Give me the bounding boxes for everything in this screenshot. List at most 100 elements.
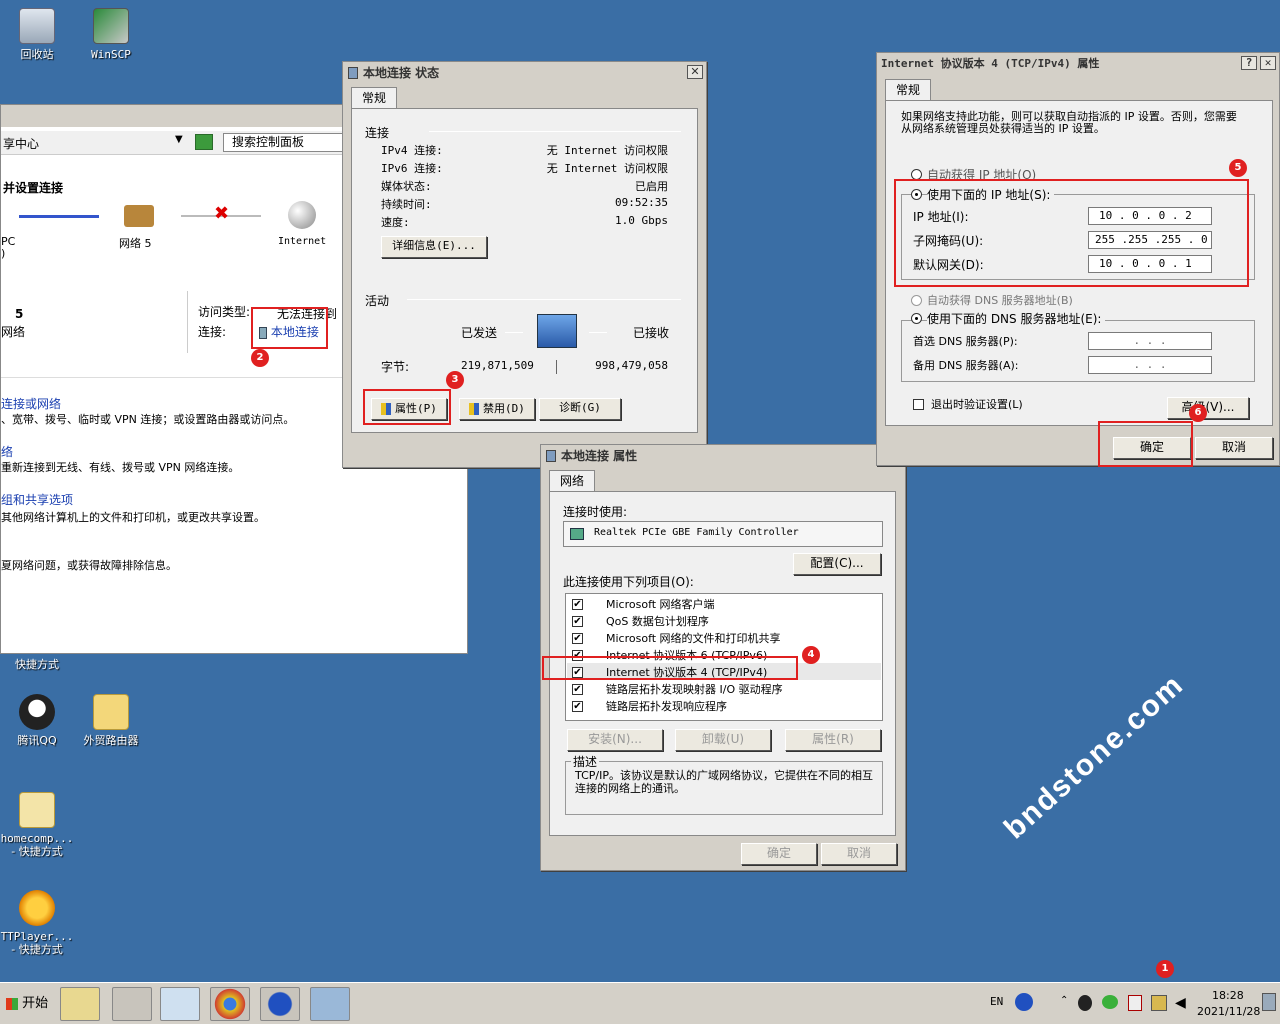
shield-icon — [469, 402, 480, 415]
list-item[interactable]: QoS 数据包计划程序 — [606, 613, 709, 629]
qq-icon[interactable]: 腾讯QQ — [0, 694, 77, 747]
task-share-title[interactable]: 组和共享选项 — [1, 491, 73, 508]
disable-button[interactable]: 禁用(D) — [459, 398, 535, 420]
show-desktop-icon[interactable] — [1262, 993, 1276, 1011]
refresh-icon[interactable] — [195, 134, 213, 150]
manual-dns-radio[interactable] — [911, 313, 922, 324]
list-item[interactable]: Microsoft 网络客户端 — [606, 596, 715, 612]
item-checkbox[interactable]: ✔ — [572, 599, 583, 610]
activity-group-label: 活动 — [365, 294, 390, 308]
network-label: 网络 5 — [119, 237, 152, 250]
task-connect-desc: 重新连接到无线、有线、拨号或 VPN 网络连接。 — [1, 461, 240, 474]
items-label: 此连接使用下列项目(O): — [563, 575, 694, 589]
cancel-button[interactable]: 取消 — [1195, 437, 1273, 459]
net-number: 5 — [15, 307, 24, 321]
task-setup-desc: 、宽带、拨号、临时或 VPN 连接；或设置路由器或访问点。 — [1, 413, 295, 426]
highlight-ipv4-item — [542, 656, 798, 680]
auto-dns-radio[interactable] — [911, 295, 922, 306]
volume-icon[interactable]: ◀ — [1175, 995, 1186, 1011]
breadcrumb[interactable]: 享中心 — [3, 135, 39, 152]
list-item[interactable]: 链路层拓扑发现映射器 I/O 驱动程序 — [606, 681, 783, 697]
task-connect-title[interactable]: 络 — [1, 443, 13, 460]
tray-expand-icon[interactable]: ⌃ — [1060, 995, 1068, 1006]
item-checkbox[interactable]: ✔ — [572, 633, 583, 644]
task-setup-title[interactable]: 连接或网络 — [1, 395, 61, 412]
wechat-tray-icon[interactable] — [1102, 995, 1118, 1009]
winscp-icon[interactable]: WinSCP — [71, 8, 151, 61]
description-label: 描述 — [571, 753, 600, 770]
ttplayer-icon[interactable]: TTPlayer... - 快捷方式 — [0, 890, 77, 956]
configure-button[interactable]: 配置(C)... — [793, 553, 881, 575]
close-icon[interactable]: ✕ — [1260, 56, 1276, 70]
network-tray-icon[interactable] — [1151, 995, 1167, 1011]
diagnose-button[interactable]: 诊断(G) — [539, 398, 621, 420]
language-indicator[interactable]: EN — [990, 995, 1003, 1008]
start-label: 开始 — [22, 996, 49, 1011]
badge-4: 4 — [802, 646, 820, 664]
adapter-icon — [570, 528, 584, 540]
list-item[interactable]: 链路层拓扑发现响应程序 — [606, 698, 727, 714]
network-settings-taskbar-icon[interactable] — [112, 987, 152, 1021]
disconnected-icon: ✖ — [214, 203, 230, 224]
properties-dialog-titlebar[interactable]: 本地连接 属性 — [541, 445, 905, 467]
pc-sub: ) — [1, 247, 6, 260]
badge-3: 3 — [446, 371, 464, 389]
notepad-taskbar-icon[interactable] — [160, 987, 200, 1021]
highlight-properties-button — [363, 389, 451, 425]
details-button[interactable]: 详细信息(E)... — [381, 236, 487, 258]
preferred-dns-label: 首选 DNS 服务器(P): — [913, 335, 1018, 348]
flag-tray-icon[interactable] — [1128, 995, 1142, 1011]
explorer-taskbar-icon[interactable] — [60, 987, 100, 1021]
ipv6-value: 无 Internet 访问权限 — [546, 162, 668, 175]
control-panel-taskbar-icon[interactable] — [310, 987, 350, 1021]
validate-checkbox[interactable] — [913, 399, 924, 410]
uninstall-button[interactable]: 卸载(U) — [675, 729, 771, 751]
clock-time[interactable]: 18:28 — [1212, 989, 1244, 1002]
item-checkbox[interactable]: ✔ — [572, 684, 583, 695]
chrome-taskbar-icon[interactable] — [210, 987, 250, 1021]
help-icon[interactable]: ? — [1241, 56, 1257, 70]
highlight-ip-settings — [894, 179, 1249, 287]
help-icon[interactable] — [1015, 993, 1033, 1011]
validate-label[interactable]: 退出时验证设置(L) — [931, 396, 1023, 412]
connect-using-label: 连接时使用: — [563, 505, 628, 519]
ipv6-label: IPv6 连接: — [381, 162, 443, 175]
status-dialog-title: 本地连接 状态 — [363, 66, 440, 80]
folder-icon[interactable]: 外贸路由器 — [71, 694, 151, 747]
alternate-dns-field[interactable]: . . . — [1088, 356, 1212, 374]
page-heading: 并设置连接 — [3, 181, 64, 195]
manual-dns-label[interactable]: 使用下面的 DNS 服务器地址(E): — [927, 310, 1106, 327]
connection-label: 连接: — [198, 325, 227, 339]
close-icon[interactable]: ✕ — [687, 65, 703, 79]
qq-tray-icon[interactable] — [1078, 995, 1092, 1011]
item-properties-button[interactable]: 属性(R) — [785, 729, 881, 751]
winscp-label: WinSCP — [91, 48, 131, 61]
preferred-dns-field[interactable]: . . . — [1088, 332, 1212, 350]
duration-label: 持续时间: — [381, 198, 432, 211]
media-player-taskbar-icon[interactable] — [260, 987, 300, 1021]
network-adapter-icon — [348, 67, 358, 79]
ipv4-dialog-titlebar[interactable]: Internet 协议版本 4 (TCP/IPv4) 属性 ? ✕ — [877, 53, 1279, 75]
cancel-button[interactable]: 取消 — [821, 843, 897, 865]
breadcrumb-dropdown-icon[interactable]: ▼ — [175, 134, 183, 145]
clock-date[interactable]: 2021/11/28 — [1197, 1005, 1260, 1018]
recycle-bin-icon[interactable]: 回收站 — [0, 8, 77, 61]
tab-general[interactable]: 常规 — [885, 79, 932, 101]
item-checkbox[interactable]: ✔ — [572, 701, 583, 712]
item-checkbox[interactable]: ✔ — [572, 616, 583, 627]
install-button[interactable]: 安装(N)... — [567, 729, 663, 751]
tab-general[interactable]: 常规 — [351, 87, 398, 109]
recv-label: 已接收 — [633, 326, 670, 340]
intro-text: 如果网络支持此功能，则可以获取自动指派的 IP 设置。否则，您需要从网络系统管理… — [901, 110, 1237, 135]
status-dialog-titlebar[interactable]: 本地连接 状态 ✕ — [343, 62, 706, 84]
homecomp-icon[interactable]: homecomp... - 快捷方式 — [0, 792, 77, 858]
start-button[interactable]: 开始 — [2, 989, 52, 1019]
ok-button[interactable]: 确定 — [741, 843, 817, 865]
tab-network[interactable]: 网络 — [549, 470, 596, 492]
auto-dns-label[interactable]: 自动获得 DNS 服务器地址(B) — [927, 292, 1073, 308]
badge-6: 6 — [1189, 404, 1207, 422]
ipv4-label: IPv4 连接: — [381, 144, 443, 157]
advanced-button[interactable]: 高级(V)... — [1167, 397, 1249, 419]
list-item[interactable]: Microsoft 网络的文件和打印机共享 — [606, 630, 781, 646]
speed-label: 速度: — [381, 216, 410, 229]
